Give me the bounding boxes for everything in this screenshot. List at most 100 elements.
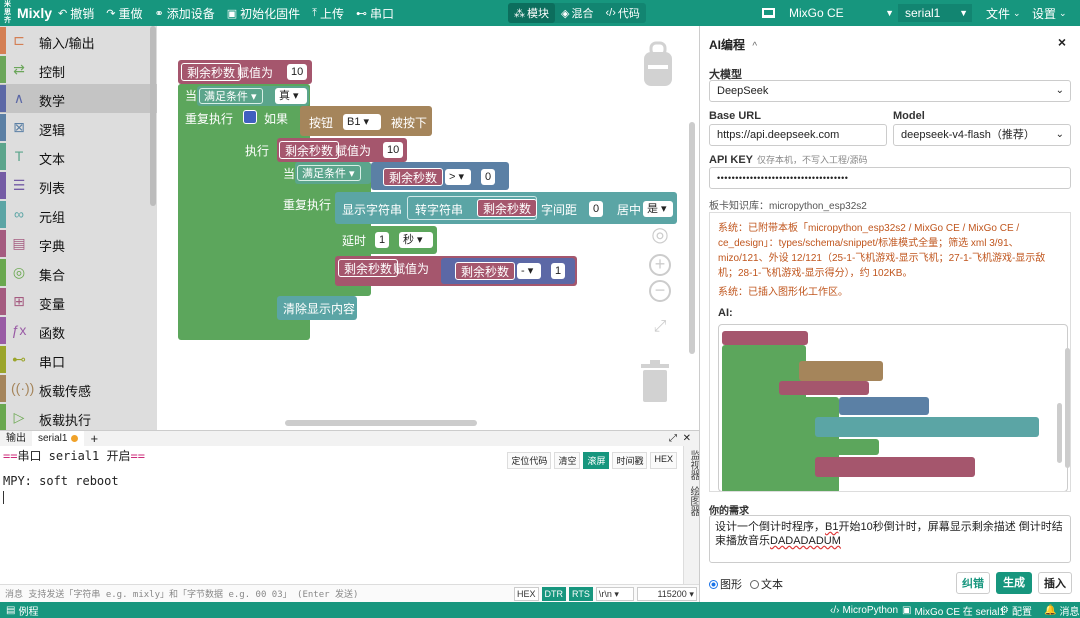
gear-badge[interactable]	[243, 110, 257, 124]
settings-menu[interactable]: 设置 ⌄	[1032, 0, 1067, 26]
category-item[interactable]: ((·)) 板载传感	[0, 374, 157, 403]
category-item[interactable]: ▷ 板载执行	[0, 403, 157, 430]
center-dropdown[interactable]: 是 ▾	[643, 201, 673, 217]
close-icon[interactable]: ×	[1058, 34, 1066, 50]
line-end-select[interactable]: \r\n ▾	[595, 587, 634, 601]
radio-graphic[interactable]: 图形	[709, 576, 742, 592]
true-dropdown[interactable]: 真 ▾	[275, 88, 307, 104]
ai-block-preview[interactable]	[718, 324, 1068, 491]
backpack-icon[interactable]	[641, 40, 675, 88]
workspace-vscroll[interactable]	[689, 122, 695, 354]
category-item[interactable]: ▤ 字典	[0, 229, 157, 258]
console-tool-button[interactable]: 定位代码	[507, 452, 552, 469]
add-tab-button[interactable]: +	[84, 431, 104, 447]
decrement-value-field[interactable]: 1	[551, 263, 566, 279]
delay-unit-dropdown[interactable]: 秒 ▾	[399, 232, 433, 248]
model-select[interactable]: DeepSeek ⌄	[709, 80, 1071, 102]
spacing-field[interactable]: 0	[589, 201, 604, 217]
category-item[interactable]: ∞ 元组	[0, 200, 157, 229]
zoom-out-icon[interactable]: −	[649, 280, 671, 302]
chat-scrollbar[interactable]	[1065, 348, 1070, 468]
undo-button[interactable]: ↶ 撤销	[52, 0, 100, 26]
bell-icon: 🔔	[1044, 604, 1057, 616]
tab-serial1[interactable]: serial1	[32, 430, 85, 447]
api-key-input[interactable]: ••••••••••••••••••••••••••••••••••••	[709, 167, 1071, 189]
file-menu[interactable]: 文件 ⌄	[986, 0, 1021, 26]
category-item[interactable]: ⊠ 逻辑	[0, 113, 157, 142]
hex-toggle[interactable]: HEX	[514, 587, 539, 601]
recenter-icon[interactable]: ◎	[649, 222, 671, 247]
category-item[interactable]: ⊷ 串口	[0, 345, 157, 374]
model-name-select[interactable]: deepseek-v4-flash（推荐） ⌄	[893, 124, 1071, 146]
cond-dropdown[interactable]: 满足条件 ▾	[297, 165, 361, 181]
init-firmware-button[interactable]: ▣ 初始化固件	[221, 0, 306, 26]
category-item[interactable]: ⊏ 输入/输出	[0, 26, 157, 55]
category-item[interactable]: ⊞ 变量	[0, 287, 157, 316]
init-value-field[interactable]: 10	[287, 64, 308, 80]
requirement-input[interactable]: 设计一个倒计时程序，B1开始10秒倒计时，屏幕显示剩余描述 倒计时结束播放音乐D…	[709, 515, 1071, 563]
serial-console[interactable]: ==串口 serial1 开启== MPY: soft reboot 定位代码清…	[0, 446, 683, 584]
chat-history[interactable]: 系统：已附带本板「micropython_esp32s2 / MixGo CE …	[709, 212, 1071, 492]
preview-scrollbar[interactable]	[1057, 403, 1062, 463]
var-remaining-seconds[interactable]: 剩余秒数	[477, 199, 538, 217]
zoom-in-icon[interactable]: +	[649, 254, 671, 276]
insert-button[interactable]: 插入	[1038, 572, 1072, 594]
delay-value-field[interactable]: 1	[375, 232, 390, 248]
radio-text[interactable]: 文本	[750, 576, 783, 592]
assign-value-field[interactable]: 10	[383, 142, 404, 158]
messages-button[interactable]: 🔔 消息	[1044, 603, 1079, 618]
dtr-toggle[interactable]: DTR	[541, 587, 567, 601]
blockly-workspace[interactable]: 剩余秒数 赋值为 10 当 满足条件 ▾ 真 ▾ 重复执行 如果 按钮 B1 ▾…	[157, 26, 699, 430]
port-select[interactable]: serial1 ▼	[898, 4, 972, 22]
var-remaining-seconds[interactable]: 剩余秒数	[338, 259, 399, 277]
category-item[interactable]: ☰ 列表	[0, 171, 157, 200]
collapse-icon[interactable]: ^	[752, 41, 757, 52]
add-device-button[interactable]: ⚭ 添加设备	[148, 0, 220, 26]
tab-blocks[interactable]: ⁂ 模块	[508, 3, 555, 23]
tab-output[interactable]: 输出	[0, 431, 32, 447]
upload-button[interactable]: ⤒ 上传	[306, 0, 350, 26]
rts-toggle[interactable]: RTS	[569, 587, 593, 601]
fullscreen-icon[interactable]: ⤢	[649, 318, 671, 336]
var-remaining-seconds[interactable]: 剩余秒数	[455, 262, 516, 280]
board-select[interactable]: MixGo CE ▼	[762, 4, 894, 22]
button-id-field[interactable]: B1 ▾	[343, 114, 381, 130]
tab-code[interactable]: ‹/› 代码	[599, 3, 645, 23]
redo-button[interactable]: ↷ 重做	[100, 0, 148, 26]
board-connection[interactable]: ▣ MixGo CE 在 serial1	[902, 603, 1005, 618]
category-item[interactable]: T 文本	[0, 142, 157, 171]
category-item[interactable]: ƒx 函数	[0, 316, 157, 345]
serial-button[interactable]: ⊷ 串口	[350, 0, 400, 26]
compare-value-field[interactable]: 0	[481, 169, 496, 185]
send-input[interactable]: 消息 支持发送「字符串 e.g. mixly」和「字节数据 e.g. 00 03…	[5, 587, 358, 600]
tab-mixed[interactable]: ◈ 混合	[555, 3, 599, 23]
minus-dropdown[interactable]: - ▾	[517, 263, 541, 279]
base-url-input[interactable]: https://api.deepseek.com	[709, 124, 887, 146]
trash-icon[interactable]	[639, 360, 671, 404]
workspace-hscroll[interactable]	[285, 420, 477, 426]
fix-button[interactable]: 纠错	[956, 572, 990, 594]
var-remaining-seconds[interactable]: 剩余秒数	[181, 63, 242, 81]
category-item[interactable]: ◎ 集合	[0, 258, 157, 287]
config-button[interactable]: ⚙ 配置	[1000, 603, 1032, 618]
operator-dropdown[interactable]: > ▾	[445, 169, 471, 185]
cond-dropdown[interactable]: 满足条件 ▾	[199, 88, 263, 104]
category-item[interactable]: ⇄ 控制	[0, 55, 157, 84]
link-icon: ⚭	[154, 7, 164, 20]
console-tool-button[interactable]: 滚屏	[583, 452, 610, 469]
console-tool-button[interactable]: 时间戳	[612, 452, 648, 469]
var-remaining-seconds[interactable]: 剩余秒数	[279, 141, 340, 159]
category-scrollbar[interactable]	[150, 26, 156, 206]
while-label: 当	[283, 167, 296, 181]
var-remaining-seconds[interactable]: 剩余秒数	[383, 168, 444, 186]
baud-select[interactable]: 115200 ▾	[636, 587, 697, 601]
close-icon[interactable]: ✕	[683, 433, 691, 444]
expand-icon[interactable]: ⤢	[669, 433, 677, 444]
language-indicator[interactable]: ‹/› MicroPython	[830, 605, 898, 616]
console-tool-button[interactable]: HEX	[650, 452, 677, 469]
examples-button[interactable]: ▤ 例程	[6, 603, 38, 618]
tab-blocks-label: 模块	[527, 8, 549, 20]
category-item[interactable]: ∧ 数学	[0, 84, 157, 113]
generate-button[interactable]: 生成	[996, 572, 1032, 594]
console-tool-button[interactable]: 清空	[554, 452, 581, 469]
